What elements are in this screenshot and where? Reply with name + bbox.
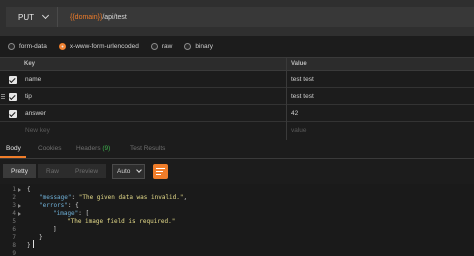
code-line: "errors": {: [39, 202, 79, 209]
radio-urlencoded[interactable]: x-www-form-urlencoded: [58, 42, 139, 50]
radio-label: form-data: [19, 42, 47, 50]
response-toolbar: Pretty Raw Preview Auto: [0, 160, 474, 184]
drag-handle-icon[interactable]: [1, 94, 5, 99]
param-value[interactable]: test test: [291, 93, 314, 100]
preview-button[interactable]: Preview: [67, 164, 107, 178]
line-number: 9: [12, 250, 16, 256]
row-checkbox[interactable]: [9, 93, 17, 101]
line-number: 6: [12, 226, 16, 233]
json-key: "image": [53, 210, 79, 217]
line-number: 7: [12, 234, 16, 241]
code-line: }: [27, 242, 31, 249]
param-key[interactable]: name: [25, 76, 41, 83]
params-table-header: Key Value: [0, 57, 474, 71]
new-param-row: New key value: [0, 123, 474, 139]
new-key-input[interactable]: New key: [25, 127, 50, 134]
line-number: 4: [12, 210, 16, 217]
code-line: ]: [53, 226, 57, 233]
pretty-button[interactable]: Pretty: [3, 164, 36, 178]
radio-form-data[interactable]: form-data: [8, 42, 47, 50]
line-number: 5: [12, 218, 16, 225]
table-row: answer 42: [0, 106, 474, 122]
code-line: "image": [: [53, 210, 90, 217]
method-label: PUT: [18, 12, 34, 22]
tab-cookies[interactable]: Cookies: [38, 145, 61, 152]
line-number: 3: [12, 202, 16, 209]
line-gutter: 1 2 3 4 5 6 7 8 9: [0, 184, 22, 256]
tab-headers[interactable]: Headers (9): [76, 145, 110, 152]
radio-label: raw: [161, 42, 173, 50]
active-tab-indicator: [0, 156, 26, 158]
column-divider: [286, 57, 287, 140]
raw-button[interactable]: Raw: [38, 164, 68, 178]
tab-test-results[interactable]: Test Results: [130, 145, 165, 152]
tab-body[interactable]: Body: [6, 145, 21, 152]
radio-dot-selected[interactable]: [58, 42, 66, 50]
param-key[interactable]: answer: [25, 110, 46, 117]
radio-dot[interactable]: [184, 42, 192, 50]
code-line: }: [39, 234, 43, 241]
url-input[interactable]: {{domain}}/api/test: [58, 7, 474, 27]
radio-dot[interactable]: [150, 42, 158, 50]
radio-raw[interactable]: raw: [150, 42, 173, 50]
param-key[interactable]: tip: [25, 93, 32, 100]
response-tabs: Body Cookies Headers (9) Test Results: [0, 141, 474, 159]
fold-arrow-icon[interactable]: [18, 203, 21, 208]
chevron-down-icon: [41, 11, 50, 20]
body-mode-options: form-data x-www-form-urlencoded raw bina…: [0, 36, 474, 56]
line-number: 1: [12, 186, 16, 193]
radio-dot[interactable]: [8, 42, 15, 50]
json-string: "The given data was invalid.": [78, 194, 184, 201]
table-row: tip test test: [0, 89, 474, 105]
key-column-header: Key: [24, 61, 36, 67]
line-number: 8: [12, 242, 16, 249]
json-string: "The image field is required.": [67, 218, 176, 225]
url-variable: {{domain}}: [70, 13, 103, 21]
code-line: {: [27, 186, 31, 193]
tab-headers-label: Headers: [76, 145, 101, 152]
line-number: 2: [12, 194, 16, 201]
json-key: "errors": [39, 202, 68, 209]
param-value[interactable]: test test: [291, 76, 314, 83]
response-body-editor[interactable]: 1 2 3 4 5 6 7 8 9 { "message": "The give…: [0, 184, 474, 256]
fold-arrow-icon[interactable]: [18, 187, 21, 192]
code-line: "The image field is required.": [67, 218, 175, 226]
value-column-header: Value: [291, 61, 307, 67]
row-checkbox[interactable]: [9, 76, 17, 84]
table-row: name test test: [0, 72, 474, 88]
radio-label: x-www-form-urlencoded: [69, 42, 139, 50]
request-bar: PUT {{domain}}/api/test: [0, 0, 474, 36]
row-checkbox[interactable]: [9, 110, 17, 118]
url-path: /api/test: [102, 13, 127, 21]
chevron-down-icon: [136, 167, 143, 173]
text-cursor: [33, 240, 34, 248]
new-value-input[interactable]: value: [291, 127, 307, 134]
format-select[interactable]: Auto: [112, 164, 145, 179]
radio-binary[interactable]: binary: [184, 42, 214, 50]
wrap-lines-button[interactable]: [153, 164, 168, 179]
json-key: "message": [39, 194, 72, 201]
radio-label: binary: [195, 42, 214, 50]
code-line: "message": "The given data was invalid."…: [39, 194, 188, 201]
param-value[interactable]: 42: [291, 110, 298, 117]
method-select[interactable]: PUT: [6, 7, 58, 27]
headers-count-badge: (9): [102, 145, 111, 152]
format-label: Auto: [117, 168, 131, 175]
fold-arrow-icon[interactable]: [18, 211, 21, 216]
